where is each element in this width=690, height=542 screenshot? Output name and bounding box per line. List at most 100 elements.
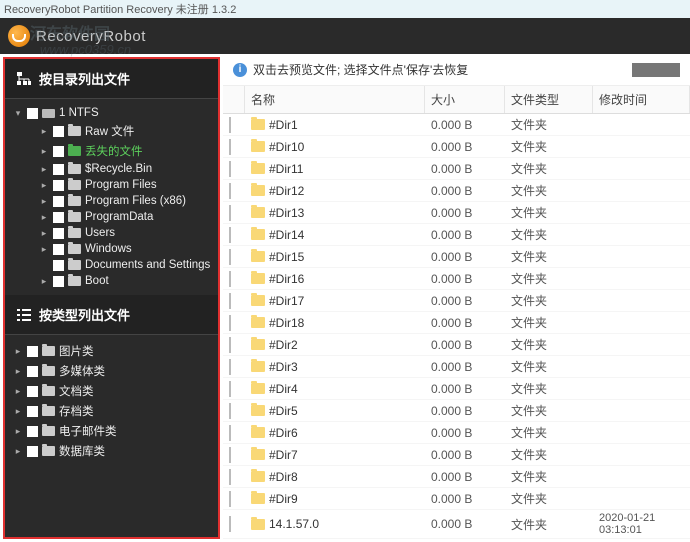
tree-item[interactable]: ▸Boot	[5, 273, 218, 289]
expand-icon[interactable]: ▸	[13, 406, 23, 417]
row-checkbox[interactable]	[223, 336, 245, 354]
row-checkbox[interactable]	[223, 182, 245, 200]
row-checkbox[interactable]	[223, 116, 245, 134]
expand-icon[interactable]: ▸	[39, 212, 49, 223]
table-row[interactable]: #Dir180.000 B文件夹	[223, 312, 690, 334]
expand-icon[interactable]: ▸	[13, 446, 23, 457]
table-row[interactable]: #Dir50.000 B文件夹	[223, 400, 690, 422]
checkbox[interactable]	[53, 212, 64, 223]
type-item[interactable]: ▸存档类	[5, 401, 218, 421]
checkbox[interactable]	[27, 366, 38, 377]
checkbox[interactable]	[27, 108, 38, 119]
header-mtime[interactable]: 修改时间	[593, 86, 690, 113]
tree-item[interactable]: Documents and Settings	[5, 257, 218, 273]
expand-icon[interactable]: ▸	[13, 346, 23, 357]
checkbox[interactable]	[27, 386, 38, 397]
row-checkbox[interactable]	[223, 358, 245, 376]
expand-icon[interactable]: ▸	[13, 426, 23, 437]
tree-item[interactable]: ▸Program Files	[5, 177, 218, 193]
checkbox[interactable]	[27, 426, 38, 437]
table-row[interactable]: #Dir40.000 B文件夹	[223, 378, 690, 400]
table-row[interactable]: #Dir130.000 B文件夹	[223, 202, 690, 224]
folder-icon	[251, 185, 265, 196]
row-checkbox[interactable]	[223, 402, 245, 420]
section-by-directory[interactable]: 按目录列出文件	[5, 59, 218, 99]
info-close-button[interactable]	[632, 63, 680, 77]
checkbox[interactable]	[53, 196, 64, 207]
table-row[interactable]: #Dir160.000 B文件夹	[223, 268, 690, 290]
header-type[interactable]: 文件类型	[505, 86, 593, 113]
expand-icon[interactable]: ▸	[39, 126, 49, 137]
section-by-type[interactable]: 按类型列出文件	[5, 295, 218, 335]
table-row[interactable]: #Dir20.000 B文件夹	[223, 334, 690, 356]
expand-icon[interactable]: ▸	[39, 228, 49, 239]
folder-icon	[251, 141, 265, 152]
cell-type: 文件夹	[505, 268, 593, 289]
tree-item[interactable]: ▸Users	[5, 225, 218, 241]
table-row[interactable]: #Dir100.000 B文件夹	[223, 136, 690, 158]
tree-item[interactable]: ▸Program Files (x86)	[5, 193, 218, 209]
expand-icon[interactable]: ▸	[39, 164, 49, 175]
header-checkbox[interactable]	[223, 86, 245, 113]
table-row[interactable]: #Dir110.000 B文件夹	[223, 158, 690, 180]
expand-icon[interactable]: ▸	[39, 146, 49, 157]
expand-icon[interactable]: ▸	[39, 276, 49, 287]
row-checkbox[interactable]	[223, 468, 245, 486]
table-row[interactable]: #Dir90.000 B文件夹	[223, 488, 690, 510]
expand-icon[interactable]: ▸	[39, 244, 49, 255]
row-checkbox[interactable]	[223, 138, 245, 156]
row-checkbox[interactable]	[223, 515, 245, 533]
table-row[interactable]: #Dir140.000 B文件夹	[223, 224, 690, 246]
type-item[interactable]: ▸电子邮件类	[5, 421, 218, 441]
checkbox[interactable]	[53, 126, 64, 137]
type-item[interactable]: ▸图片类	[5, 341, 218, 361]
checkbox[interactable]	[53, 260, 64, 271]
checkbox[interactable]	[53, 244, 64, 255]
checkbox[interactable]	[53, 228, 64, 239]
row-checkbox[interactable]	[223, 380, 245, 398]
tree-item[interactable]: ▸Windows	[5, 241, 218, 257]
tree-item[interactable]: ▸ProgramData	[5, 209, 218, 225]
tree-item[interactable]: ▸Raw 文件	[5, 121, 218, 141]
table-row[interactable]: #Dir30.000 B文件夹	[223, 356, 690, 378]
expand-icon[interactable]: ▸	[13, 366, 23, 377]
expand-icon[interactable]: ▸	[13, 386, 23, 397]
table-row[interactable]: #Dir70.000 B文件夹	[223, 444, 690, 466]
row-checkbox[interactable]	[223, 248, 245, 266]
expand-icon[interactable]: ▸	[39, 180, 49, 191]
row-checkbox[interactable]	[223, 490, 245, 508]
row-checkbox[interactable]	[223, 446, 245, 464]
table-row[interactable]: #Dir80.000 B文件夹	[223, 466, 690, 488]
checkbox[interactable]	[27, 346, 38, 357]
checkbox[interactable]	[53, 164, 64, 175]
row-checkbox[interactable]	[223, 226, 245, 244]
header-size[interactable]: 大小	[425, 86, 505, 113]
table-row[interactable]: 14.1.57.00.000 B文件夹2020-01-21 03:13:01	[223, 510, 690, 539]
row-checkbox[interactable]	[223, 314, 245, 332]
row-checkbox[interactable]	[223, 160, 245, 178]
row-checkbox[interactable]	[223, 424, 245, 442]
type-item[interactable]: ▸多媒体类	[5, 361, 218, 381]
row-checkbox[interactable]	[223, 292, 245, 310]
table-row[interactable]: #Dir60.000 B文件夹	[223, 422, 690, 444]
tree-item[interactable]: ▸$Recycle.Bin	[5, 161, 218, 177]
row-checkbox[interactable]	[223, 270, 245, 288]
tree-item[interactable]: ▸丢失的文件	[5, 141, 218, 161]
checkbox[interactable]	[53, 146, 64, 157]
cell-mtime	[593, 255, 690, 259]
tree-item[interactable]: ▾1 NTFS	[5, 105, 218, 121]
header-name[interactable]: 名称	[245, 86, 425, 113]
type-item[interactable]: ▸数据库类	[5, 441, 218, 461]
table-row[interactable]: #Dir150.000 B文件夹	[223, 246, 690, 268]
checkbox[interactable]	[53, 276, 64, 287]
expand-icon[interactable]: ▾	[13, 108, 23, 119]
checkbox[interactable]	[53, 180, 64, 191]
table-row[interactable]: #Dir120.000 B文件夹	[223, 180, 690, 202]
row-checkbox[interactable]	[223, 204, 245, 222]
checkbox[interactable]	[27, 446, 38, 457]
checkbox[interactable]	[27, 406, 38, 417]
table-row[interactable]: #Dir170.000 B文件夹	[223, 290, 690, 312]
expand-icon[interactable]: ▸	[39, 196, 49, 207]
table-row[interactable]: #Dir10.000 B文件夹	[223, 114, 690, 136]
type-item[interactable]: ▸文档类	[5, 381, 218, 401]
